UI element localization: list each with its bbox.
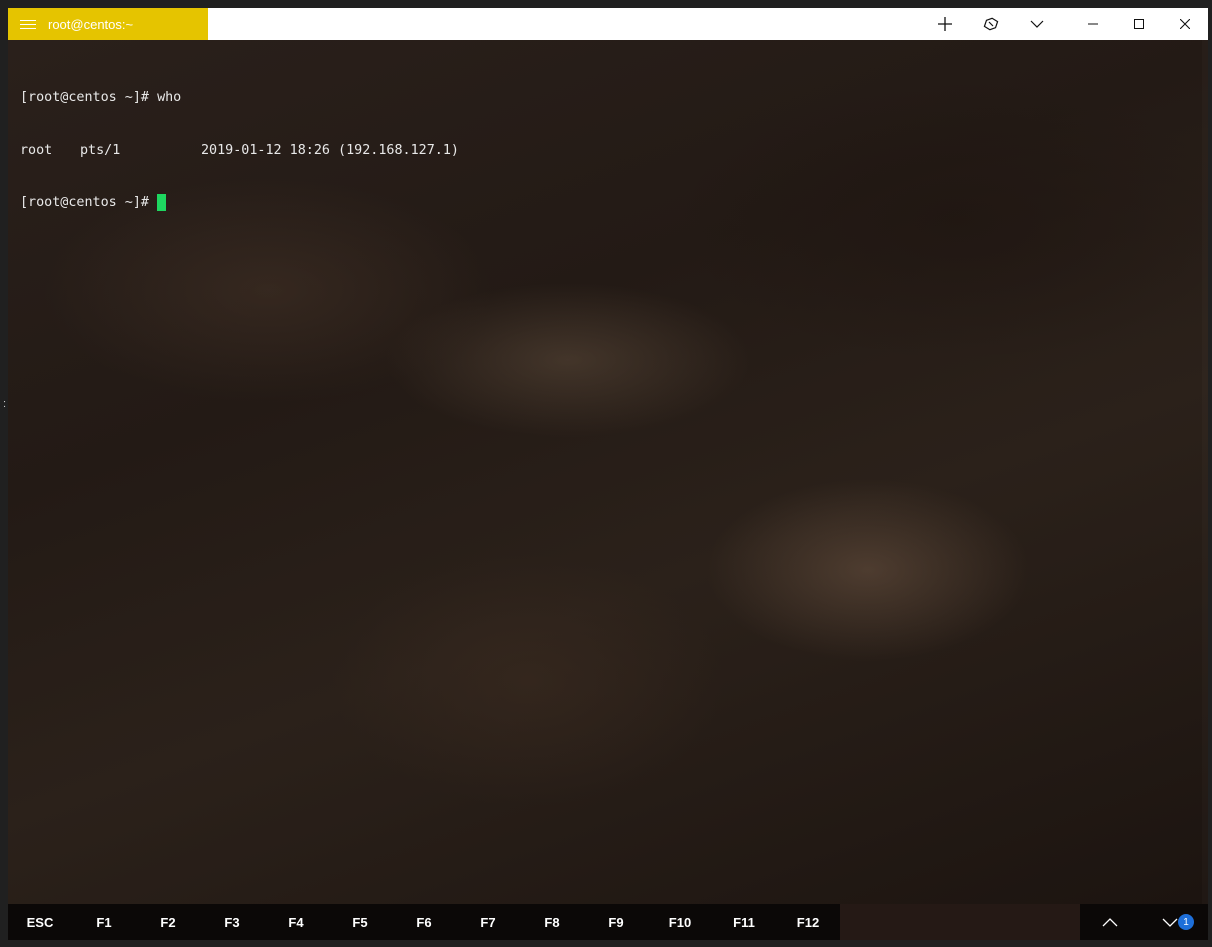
maximize-icon bbox=[1134, 19, 1144, 29]
key-f7[interactable]: F7 bbox=[456, 904, 520, 940]
new-tab-button[interactable] bbox=[922, 8, 968, 40]
tab-title: root@centos:~ bbox=[48, 16, 134, 32]
terminal-text: [root@centos ~]# who root pts/1 2019-01-12… bbox=[20, 54, 459, 247]
key-f2[interactable]: F2 bbox=[136, 904, 200, 940]
notification-badge: 1 bbox=[1178, 914, 1194, 930]
side-edge-marker: : bbox=[3, 398, 7, 410]
key-f5[interactable]: F5 bbox=[328, 904, 392, 940]
hamburger-menu-icon[interactable] bbox=[20, 18, 36, 30]
key-f12[interactable]: F12 bbox=[776, 904, 840, 940]
terminal-line: root pts/1 2019-01-12 18:26 (192.168.127.1… bbox=[20, 142, 459, 160]
shell-command: who bbox=[157, 90, 182, 105]
chevron-down-icon bbox=[1162, 918, 1178, 927]
close-icon bbox=[1180, 19, 1190, 29]
who-tty: pts/1 bbox=[80, 142, 121, 158]
chevron-down-icon bbox=[1030, 20, 1044, 28]
dropdown-button[interactable] bbox=[1014, 8, 1060, 40]
tab-root-centos[interactable]: root@centos:~ bbox=[8, 8, 208, 40]
scroll-down-button[interactable]: 1 bbox=[1140, 904, 1200, 940]
key-f10[interactable]: F10 bbox=[648, 904, 712, 940]
who-user: root bbox=[20, 142, 53, 158]
key-f3[interactable]: F3 bbox=[200, 904, 264, 940]
terminal-cursor bbox=[157, 194, 166, 211]
terminal-line: [root@centos ~]# bbox=[20, 194, 459, 212]
terminal-output[interactable]: [root@centos ~]# who root pts/1 2019-01-12… bbox=[8, 40, 1208, 904]
eraser-icon bbox=[983, 17, 999, 31]
plus-icon bbox=[938, 17, 952, 31]
scrollbar[interactable] bbox=[1202, 40, 1208, 904]
function-key-bar: ESC F1 F2 F3 F4 F5 F6 F7 F8 F9 F10 F11 F… bbox=[8, 904, 1208, 940]
keybar-spacer bbox=[840, 904, 1080, 940]
title-bar: root@centos:~ bbox=[8, 8, 1208, 40]
key-f11[interactable]: F11 bbox=[712, 904, 776, 940]
tab-style-button[interactable] bbox=[968, 8, 1014, 40]
key-f9[interactable]: F9 bbox=[584, 904, 648, 940]
key-f8[interactable]: F8 bbox=[520, 904, 584, 940]
minimize-icon bbox=[1088, 23, 1098, 25]
terminal-line: [root@centos ~]# who bbox=[20, 89, 459, 107]
scroll-up-button[interactable] bbox=[1080, 904, 1140, 940]
key-f6[interactable]: F6 bbox=[392, 904, 456, 940]
close-button[interactable] bbox=[1162, 8, 1208, 40]
key-f1[interactable]: F1 bbox=[72, 904, 136, 940]
maximize-button[interactable] bbox=[1116, 8, 1162, 40]
terminal-window: root@centos:~ [root@centos ~]# who root … bbox=[8, 8, 1208, 940]
shell-prompt: [root@centos ~]# bbox=[20, 195, 149, 210]
chevron-up-icon bbox=[1102, 917, 1118, 926]
who-time: 2019-01-12 18:26 (192.168.127.1) bbox=[201, 142, 459, 158]
shell-prompt: [root@centos ~]# bbox=[20, 90, 149, 105]
minimize-button[interactable] bbox=[1070, 8, 1116, 40]
key-f4[interactable]: F4 bbox=[264, 904, 328, 940]
key-esc[interactable]: ESC bbox=[8, 904, 72, 940]
